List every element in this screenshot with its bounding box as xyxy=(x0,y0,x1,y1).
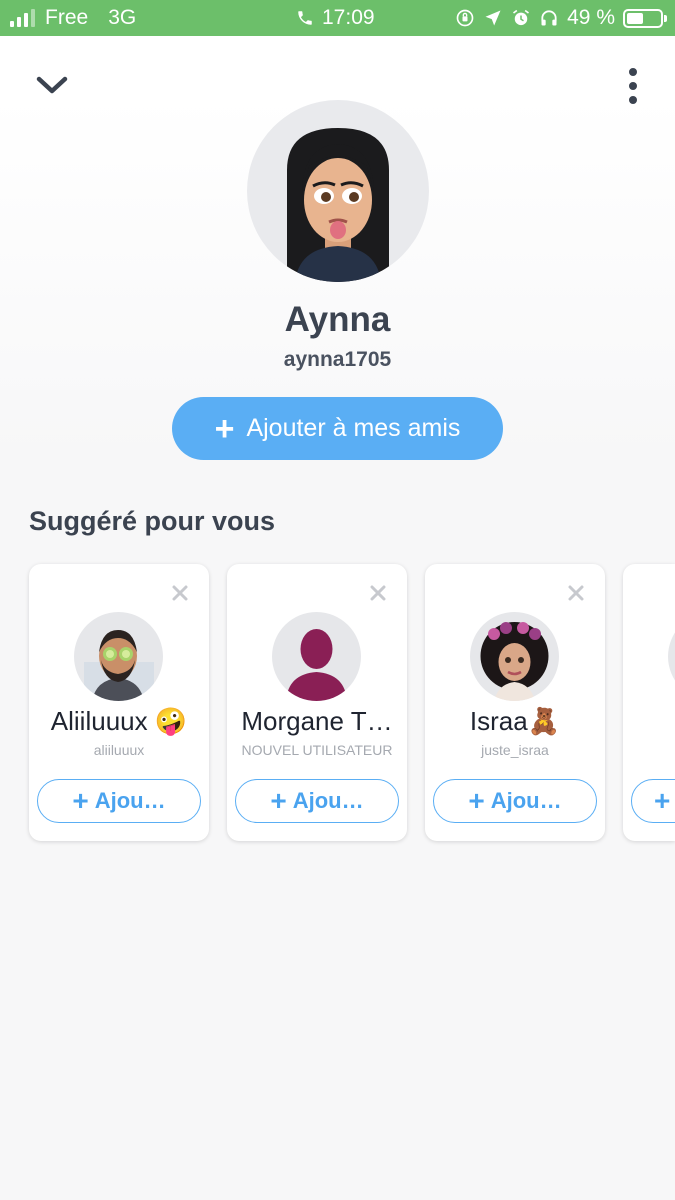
more-options-button[interactable] xyxy=(618,64,648,108)
suggestion-add-label: Ajou… xyxy=(292,788,364,813)
chevron-down-icon xyxy=(36,76,68,94)
suggestion-card[interactable]: Israa🧸 juste_israa + Ajou… xyxy=(425,564,605,841)
suggestion-add-button[interactable]: + Ajou… xyxy=(235,779,399,823)
close-icon[interactable] xyxy=(171,584,189,602)
avatar xyxy=(470,612,559,701)
orientation-lock-icon xyxy=(456,9,474,27)
clock-label: 17:09 xyxy=(322,6,375,29)
suggestion-name: Aliiluuux 🤪 xyxy=(50,706,188,736)
suggestion-card[interactable]: Aliiluuux 🤪 aliiluuux + Ajou… xyxy=(29,564,209,841)
suggestions-title: Suggéré pour vous xyxy=(29,506,276,536)
status-bar: Free 3G 17:09 49 % xyxy=(0,0,675,36)
suggestion-username: NOUVEL UTILISATEUR xyxy=(241,742,393,758)
alarm-icon xyxy=(513,9,530,26)
battery-percent: 49 % xyxy=(567,6,615,29)
collapse-button[interactable] xyxy=(32,68,72,102)
suggestion-add-button[interactable]: + xyxy=(631,779,675,823)
plus-icon: + xyxy=(468,785,485,816)
suggestion-card[interactable]: Morgane T… NOUVEL UTILISATEUR + Ajou… xyxy=(227,564,407,841)
more-vertical-icon xyxy=(629,68,637,76)
plus-icon: + xyxy=(270,785,287,816)
plus-icon: + xyxy=(72,785,89,816)
suggestion-add-label: Ajou… xyxy=(94,788,166,813)
avatar xyxy=(668,612,675,701)
profile-display-name: Aynna xyxy=(284,300,391,339)
more-dot xyxy=(629,82,637,90)
phone-icon xyxy=(298,11,312,25)
suggestion-name: Morgane T… xyxy=(241,706,393,736)
signal-icon xyxy=(10,9,35,27)
network-label: 3G xyxy=(108,6,137,29)
profile-username: aynna1705 xyxy=(283,348,392,371)
suggestion-add-button[interactable]: + Ajou… xyxy=(433,779,597,823)
more-dot xyxy=(629,96,637,104)
add-friend-button[interactable]: + Ajouter à mes amis xyxy=(172,397,503,460)
add-friend-label: Ajouter à mes amis xyxy=(246,414,461,442)
plus-icon: + xyxy=(214,409,235,448)
carrier-label: Free xyxy=(45,6,89,29)
avatar xyxy=(74,612,163,701)
suggestion-add-button[interactable]: + Ajou… xyxy=(37,779,201,823)
profile-bitmoji-avatar xyxy=(247,100,429,282)
close-icon[interactable] xyxy=(369,584,387,602)
location-icon xyxy=(485,10,501,26)
headphones-icon xyxy=(541,10,557,26)
suggestion-card-partial[interactable]: + xyxy=(623,564,675,841)
suggestion-username: juste_israa xyxy=(481,742,549,758)
avatar xyxy=(272,612,361,701)
plus-icon: + xyxy=(654,785,671,816)
battery-icon xyxy=(623,8,667,28)
suggestion-username: aliiluuux xyxy=(93,742,145,758)
close-icon[interactable] xyxy=(567,584,585,602)
suggestion-add-label: Ajou… xyxy=(490,788,562,813)
suggestion-name: Israa🧸 xyxy=(469,706,561,736)
